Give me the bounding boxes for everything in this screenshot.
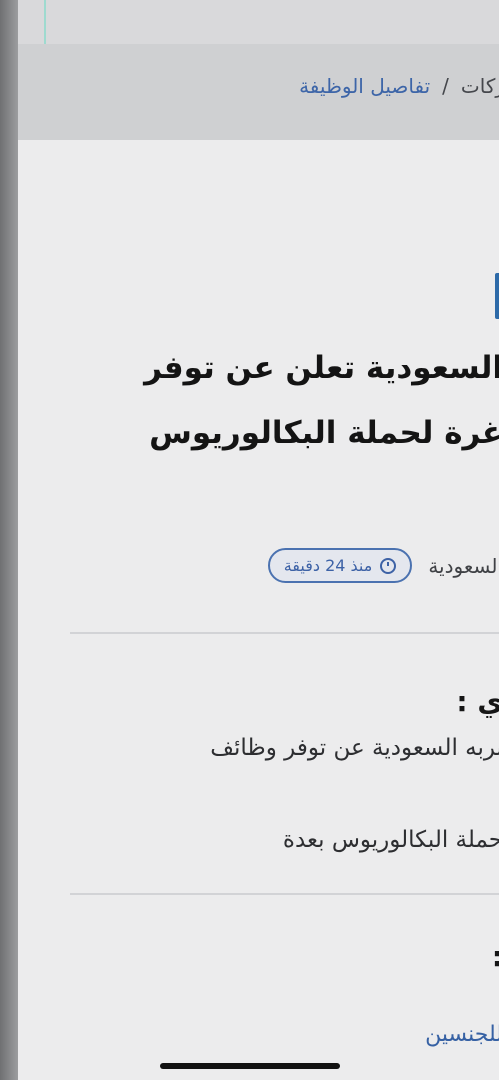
gender-link[interactable]: للجنسين bbox=[425, 1022, 499, 1047]
section-divider bbox=[70, 893, 499, 895]
home-indicator bbox=[160, 1063, 340, 1069]
description-heading: ي : bbox=[456, 685, 499, 718]
description-line-2: حملة البكالوريوس بعدة bbox=[282, 827, 499, 853]
clock-icon bbox=[380, 557, 397, 574]
description-line-1: بربه السعودية عن توفر وظائف bbox=[210, 735, 499, 761]
device-bezel bbox=[0, 0, 18, 1080]
top-area bbox=[18, 0, 499, 44]
title-accent-marker bbox=[495, 273, 499, 319]
job-details-card bbox=[18, 140, 499, 1080]
section-divider bbox=[70, 632, 499, 634]
breadcrumb-previous[interactable]: ركات bbox=[461, 74, 499, 98]
job-title-line-1: السعودية تعلن عن توفر bbox=[144, 350, 499, 386]
breadcrumb: ركات / تفاصيل الوظيفة bbox=[299, 74, 499, 98]
posted-time-badge: منذ 24 دقيقة bbox=[267, 548, 413, 583]
posted-time-text: منذ 24 دقيقة bbox=[283, 556, 373, 575]
job-meta-row: السعودية منذ 24 دقيقة bbox=[267, 548, 499, 583]
requirements-heading: : bbox=[492, 940, 499, 973]
job-title-line-2: غرة لحملة البكالوريوس bbox=[149, 415, 499, 451]
breadcrumb-separator: / bbox=[442, 74, 449, 98]
browser-screen: ركات / تفاصيل الوظيفة السعودية تعلن عن ت… bbox=[18, 0, 499, 1080]
breadcrumb-bar: ركات / تفاصيل الوظيفة bbox=[18, 44, 499, 140]
breadcrumb-current[interactable]: تفاصيل الوظيفة bbox=[299, 74, 430, 98]
company-name[interactable]: السعودية bbox=[428, 554, 499, 578]
